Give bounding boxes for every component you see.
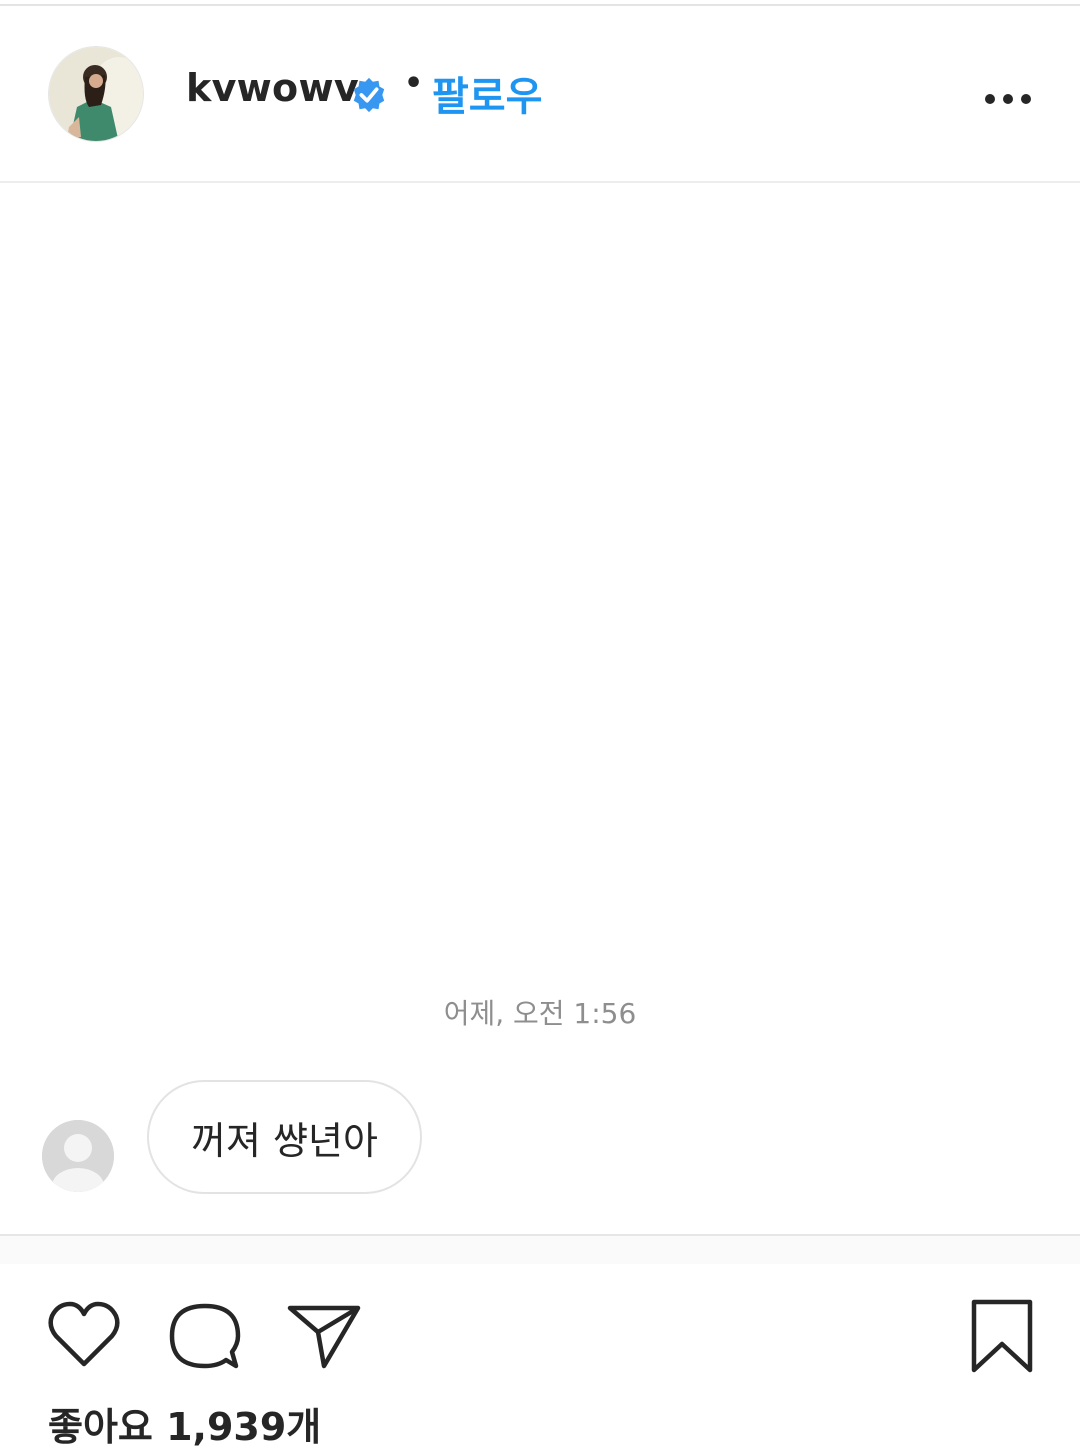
send-icon[interactable] [286, 1300, 362, 1370]
verified-badge-icon [353, 77, 385, 113]
profile-avatar[interactable] [48, 46, 144, 142]
username[interactable]: kvwowv [186, 66, 359, 110]
likes-count[interactable]: 좋아요 1,939개 [48, 1396, 321, 1451]
more-options-icon[interactable] [980, 82, 1036, 116]
instagram-post: kvwowv • 팔로우 어제, 오전 1:56 꺼져 썅년아 좋아요 1,93… [0, 0, 1080, 1455]
follow-button[interactable]: 팔로우 [432, 64, 542, 122]
message-bubble: 꺼져 썅년아 [147, 1080, 422, 1194]
bookmark-icon[interactable] [968, 1298, 1036, 1374]
message-timestamp: 어제, 오전 1:56 [443, 997, 637, 1030]
post-image [0, 183, 1080, 1235]
heart-icon[interactable] [46, 1300, 122, 1370]
comment-icon[interactable] [168, 1300, 242, 1372]
separator-band [0, 1236, 1080, 1264]
separator-dot: • [404, 66, 424, 101]
post-header: kvwowv • 팔로우 [0, 6, 1080, 182]
sender-avatar [42, 1120, 114, 1192]
